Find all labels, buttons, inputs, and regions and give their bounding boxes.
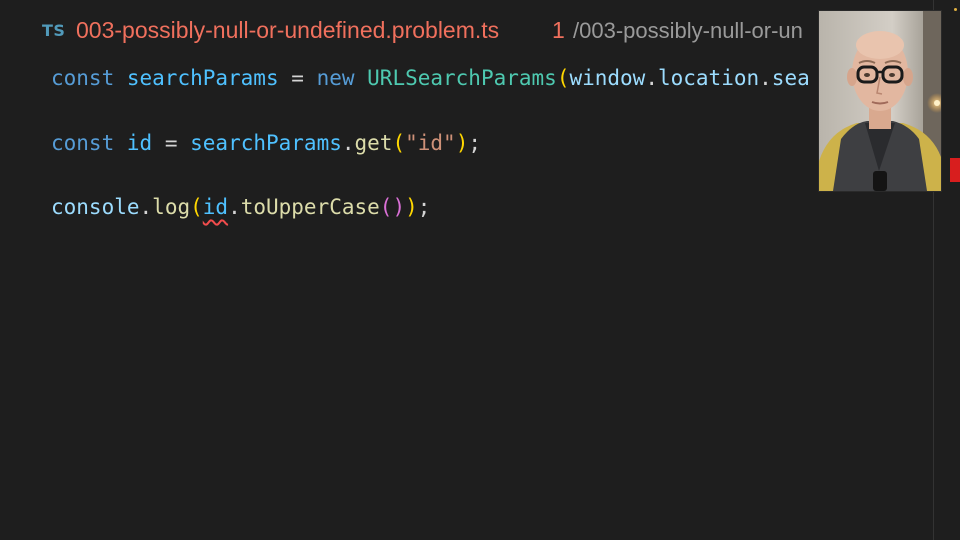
method-get: get xyxy=(354,131,393,155)
variable-searchparams: searchParams xyxy=(126,66,279,90)
operator-equals: = xyxy=(291,66,304,90)
property-search-truncated: sea xyxy=(771,66,810,90)
dot: . xyxy=(645,66,658,90)
open-paren: ( xyxy=(392,131,406,155)
keyword-const: const xyxy=(51,131,115,155)
dot: . xyxy=(341,131,355,155)
open-paren: ( xyxy=(190,195,203,219)
property-location: location xyxy=(657,66,760,90)
semicolon: ; xyxy=(468,131,481,155)
semicolon: ; xyxy=(417,195,431,219)
code-line-1[interactable]: const searchParams = new URLSearchParams… xyxy=(51,64,810,93)
method-touppercase: toUpperCase xyxy=(240,195,380,219)
class-urlsearchparams: URLSearchParams xyxy=(367,66,557,90)
code-line-3[interactable]: console.log(id.toUpperCase()); xyxy=(51,192,430,222)
operator-equals: = xyxy=(164,131,178,155)
identifier-console: console xyxy=(51,195,140,219)
keyword-new: new xyxy=(316,66,355,90)
variable-id: id xyxy=(126,131,153,155)
presenter-webcam xyxy=(818,10,942,192)
open-paren: ( xyxy=(556,66,570,90)
identifier-window: window xyxy=(569,66,646,90)
scrollbar-error-marker[interactable] xyxy=(950,158,960,182)
close-paren: ) xyxy=(455,131,469,155)
presenter-webcam-image xyxy=(819,11,941,191)
problem-count-badge: 1 xyxy=(552,17,565,43)
typescript-file-icon: TS xyxy=(42,21,66,40)
dot: . xyxy=(759,66,772,90)
call-parens: () xyxy=(379,195,406,219)
string-id: "id" xyxy=(405,131,456,155)
dot: . xyxy=(139,195,153,219)
code-editor[interactable]: const searchParams = new URLSearchParams… xyxy=(0,64,932,540)
tab-file-path: /003-possibly-null-or-un xyxy=(573,18,803,43)
code-line-2[interactable]: const id = searchParams.get("id"); xyxy=(51,128,481,158)
identifier-searchparams: searchParams xyxy=(190,131,342,155)
ruler-indicator-dot xyxy=(954,8,957,11)
close-paren: ) xyxy=(405,195,418,219)
editor-tab-header[interactable]: TS 003-possibly-null-or-undefined.proble… xyxy=(0,0,960,64)
dot: . xyxy=(228,195,241,219)
error-identifier-id[interactable]: id xyxy=(203,195,228,219)
tab-filename[interactable]: 003-possibly-null-or-undefined.problem.t… xyxy=(76,17,499,44)
method-log: log xyxy=(152,195,191,219)
vscode-editor-window: TS 003-possibly-null-or-undefined.proble… xyxy=(0,0,960,540)
keyword-const: const xyxy=(51,66,115,90)
